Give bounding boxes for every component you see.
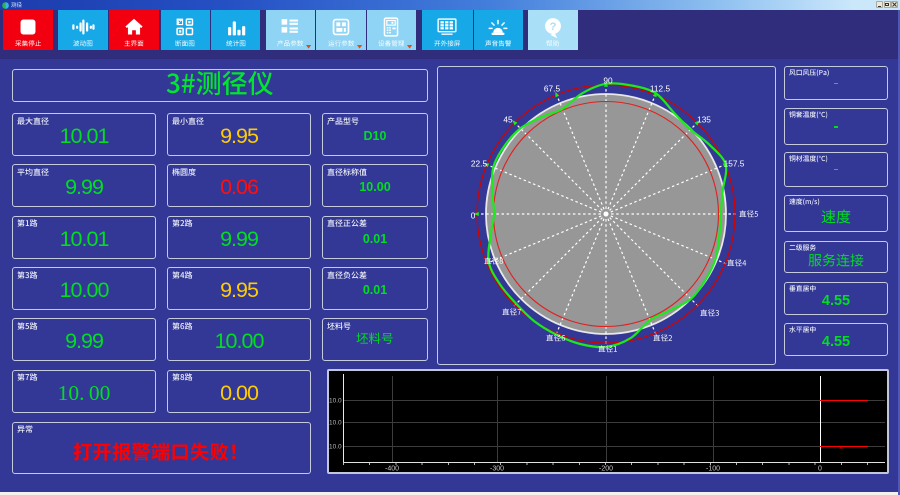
svg-text:-200: -200 — [599, 466, 613, 473]
svg-text:10.0: 10.0 — [329, 444, 342, 451]
svg-text:0: 0 — [818, 466, 822, 473]
svg-text:-300: -300 — [490, 466, 504, 473]
svg-text:-100: -100 — [706, 466, 720, 473]
svg-text:135: 135 — [697, 115, 711, 125]
svg-text:x: x — [839, 444, 843, 451]
svg-text:0: 0 — [471, 211, 476, 221]
svg-text:10.0: 10.0 — [329, 420, 342, 427]
svg-text:90: 90 — [603, 76, 613, 86]
svg-text:157.5: 157.5 — [724, 159, 745, 169]
svg-text:112.5: 112.5 — [650, 84, 671, 94]
svg-text:22.5: 22.5 — [471, 159, 488, 169]
svg-text:?: ? — [550, 21, 557, 33]
svg-text:67.5: 67.5 — [544, 84, 561, 94]
svg-text:10.0: 10.0 — [329, 398, 342, 405]
svg-text:45: 45 — [503, 115, 513, 125]
svg-text:-400: -400 — [385, 466, 399, 473]
